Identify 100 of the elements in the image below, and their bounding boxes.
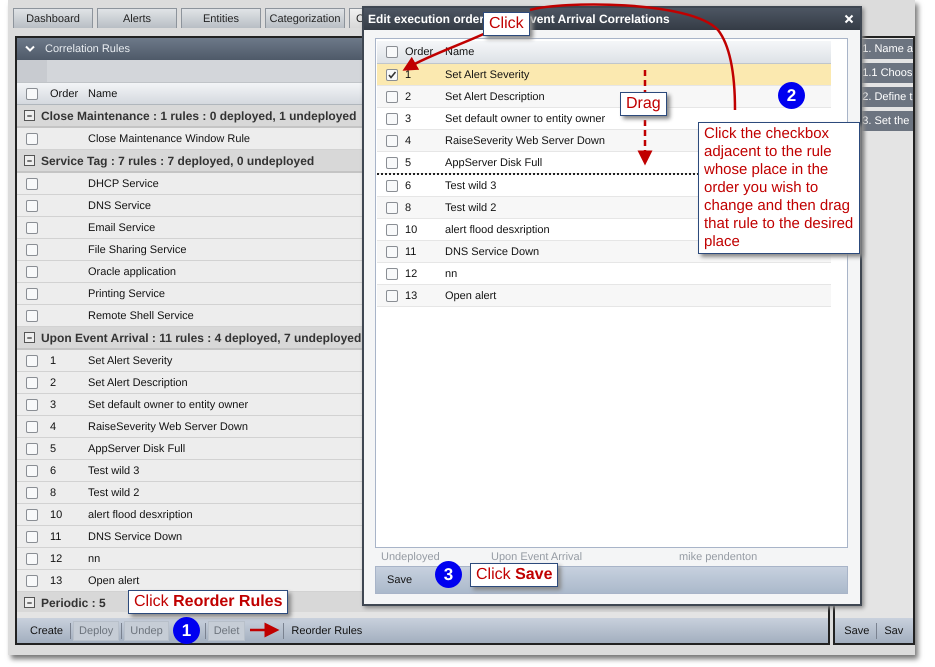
rule-name: Set Alert Severity (445, 68, 530, 80)
toolbar-button[interactable]: Save (839, 622, 874, 640)
rule-name: DNS Service Down (88, 530, 182, 542)
order-cell-text: 13 (50, 574, 64, 586)
checkbox[interactable] (26, 398, 38, 410)
order-cell-text: 4 (405, 134, 412, 146)
checkbox[interactable] (386, 202, 398, 214)
dialog-title: vent Arrival Correlations (530, 12, 670, 26)
rule-name: Open alert (88, 574, 140, 586)
order-cell-text: 6 (50, 464, 58, 476)
save-button[interactable]: Save (382, 571, 418, 589)
group-title: Periodic : 5 (41, 596, 106, 610)
callout-tooltip: Click the checkbox adjacent to the rule whose place in the order you wish to change and then drag that rule to the desired place (698, 122, 860, 254)
rule-name: Test wild 3 (88, 464, 140, 476)
order-cell-text: 1 (405, 68, 412, 80)
rule-name: RaiseSeverity Web Server Down (88, 420, 248, 432)
order-cell-text: 12 (50, 552, 64, 564)
checkbox[interactable] (26, 552, 38, 564)
rule-name: Test wild 3 (445, 180, 496, 192)
column-label[interactable]: Name (88, 88, 118, 100)
checkbox[interactable] (386, 134, 398, 146)
checkbox[interactable] (386, 46, 398, 58)
checkbox[interactable] (386, 90, 398, 102)
checkbox[interactable] (26, 574, 38, 586)
checkbox[interactable] (26, 464, 38, 476)
collapse-icon[interactable] (24, 332, 35, 343)
callout-tooltip: Drag (620, 92, 667, 116)
checkbox[interactable] (26, 354, 38, 366)
order-cell-text: 5 (50, 442, 58, 454)
rule-name: DNS Service Down (445, 246, 540, 258)
grid-row[interactable]: 13 Open alert (377, 285, 831, 307)
order-cell-text: 13 (405, 290, 418, 302)
order-cell-text: 3 (50, 398, 58, 410)
checkbox[interactable] (386, 224, 398, 236)
rule-name: Set default owner to entity owner (445, 112, 606, 124)
checkbox[interactable] (386, 156, 398, 168)
checkbox[interactable] (26, 244, 38, 256)
rule-name: Oracle application (88, 266, 176, 278)
checkbox[interactable] (26, 222, 38, 234)
checkbox[interactable] (386, 290, 398, 302)
rule-name: Email Service (88, 222, 156, 234)
rule-name: AppServer Disk Full (88, 442, 186, 454)
checkbox[interactable] (386, 180, 398, 192)
chevron-icon[interactable] (25, 45, 35, 53)
checkbox[interactable] (26, 310, 38, 322)
rule-name: DHCP Service (88, 178, 159, 190)
checkbox[interactable] (386, 268, 398, 280)
order-cell-text: 12 (405, 268, 418, 280)
order-cell-text: 8 (50, 486, 58, 498)
checkbox[interactable] (26, 178, 38, 190)
ghost-text: Upon Event Arrival (491, 551, 584, 563)
tab[interactable]: Entities (181, 8, 261, 28)
checkbox[interactable] (26, 376, 38, 388)
checkbox[interactable] (26, 266, 38, 278)
checkbox[interactable] (26, 288, 38, 300)
rule-name: Printing Service (88, 288, 166, 300)
order-cell-text: 1 (50, 354, 58, 366)
callout-tooltip: Click (483, 12, 530, 36)
callout-tooltip: Click Save (470, 563, 558, 587)
checkbox[interactable] (26, 420, 38, 432)
collapse-icon[interactable] (24, 155, 35, 166)
rule-name: Set Alert Description (88, 376, 188, 388)
checkbox[interactable] (26, 508, 38, 520)
rule-name: DNS Service (88, 200, 151, 212)
tab[interactable]: Alerts (97, 8, 177, 28)
checkbox[interactable] (26, 442, 38, 454)
order-cell-text: 10 (50, 508, 64, 520)
tab[interactable]: Dashboard (13, 8, 93, 28)
rule-name: Set Alert Severity (88, 354, 172, 366)
close-icon[interactable] (844, 14, 854, 24)
dialog-title: Edit execution order (368, 12, 484, 26)
checkbox[interactable] (26, 530, 38, 542)
ghost-text: Undeployed (381, 551, 441, 563)
column-label[interactable]: Order (405, 46, 445, 58)
rule-name: alert flood desxription (445, 224, 550, 236)
rule-name: Close Maintenance Window Rule (88, 132, 250, 144)
tab[interactable]: Categorization (265, 8, 345, 28)
toolbar-button[interactable]: Create (25, 622, 68, 640)
order-cell-text: 8 (405, 202, 412, 214)
ghost-text: mike pendenton (679, 551, 758, 563)
order-cell-text: 6 (405, 180, 412, 192)
order-cell-text: 5 (405, 156, 412, 168)
group-title: Close Maintenance : 1 rules : 0 deployed, 1 undeployed (41, 108, 356, 122)
order-cell-text: 10 (405, 224, 418, 236)
collapse-icon[interactable] (24, 110, 35, 121)
toolbar-button[interactable]: Reorder Rules (286, 622, 368, 640)
checkbox[interactable] (26, 88, 38, 100)
grid-row[interactable]: 1 Set Alert Severity (377, 64, 831, 86)
order-cell-text: 3 (405, 112, 412, 124)
checkbox[interactable] (26, 132, 38, 144)
checkbox[interactable] (386, 112, 398, 124)
checkbox[interactable] (26, 486, 38, 498)
toolbar-button[interactable]: Sav (879, 622, 908, 640)
checkbox[interactable] (26, 200, 38, 212)
collapse-icon[interactable] (24, 597, 35, 608)
checkbox[interactable] (386, 68, 398, 80)
checkbox[interactable] (386, 246, 398, 258)
rule-name: Remote Shell Service (88, 310, 194, 322)
rule-name: RaiseSeverity Web Server Down (445, 134, 605, 146)
column-label[interactable]: Order (50, 88, 88, 100)
